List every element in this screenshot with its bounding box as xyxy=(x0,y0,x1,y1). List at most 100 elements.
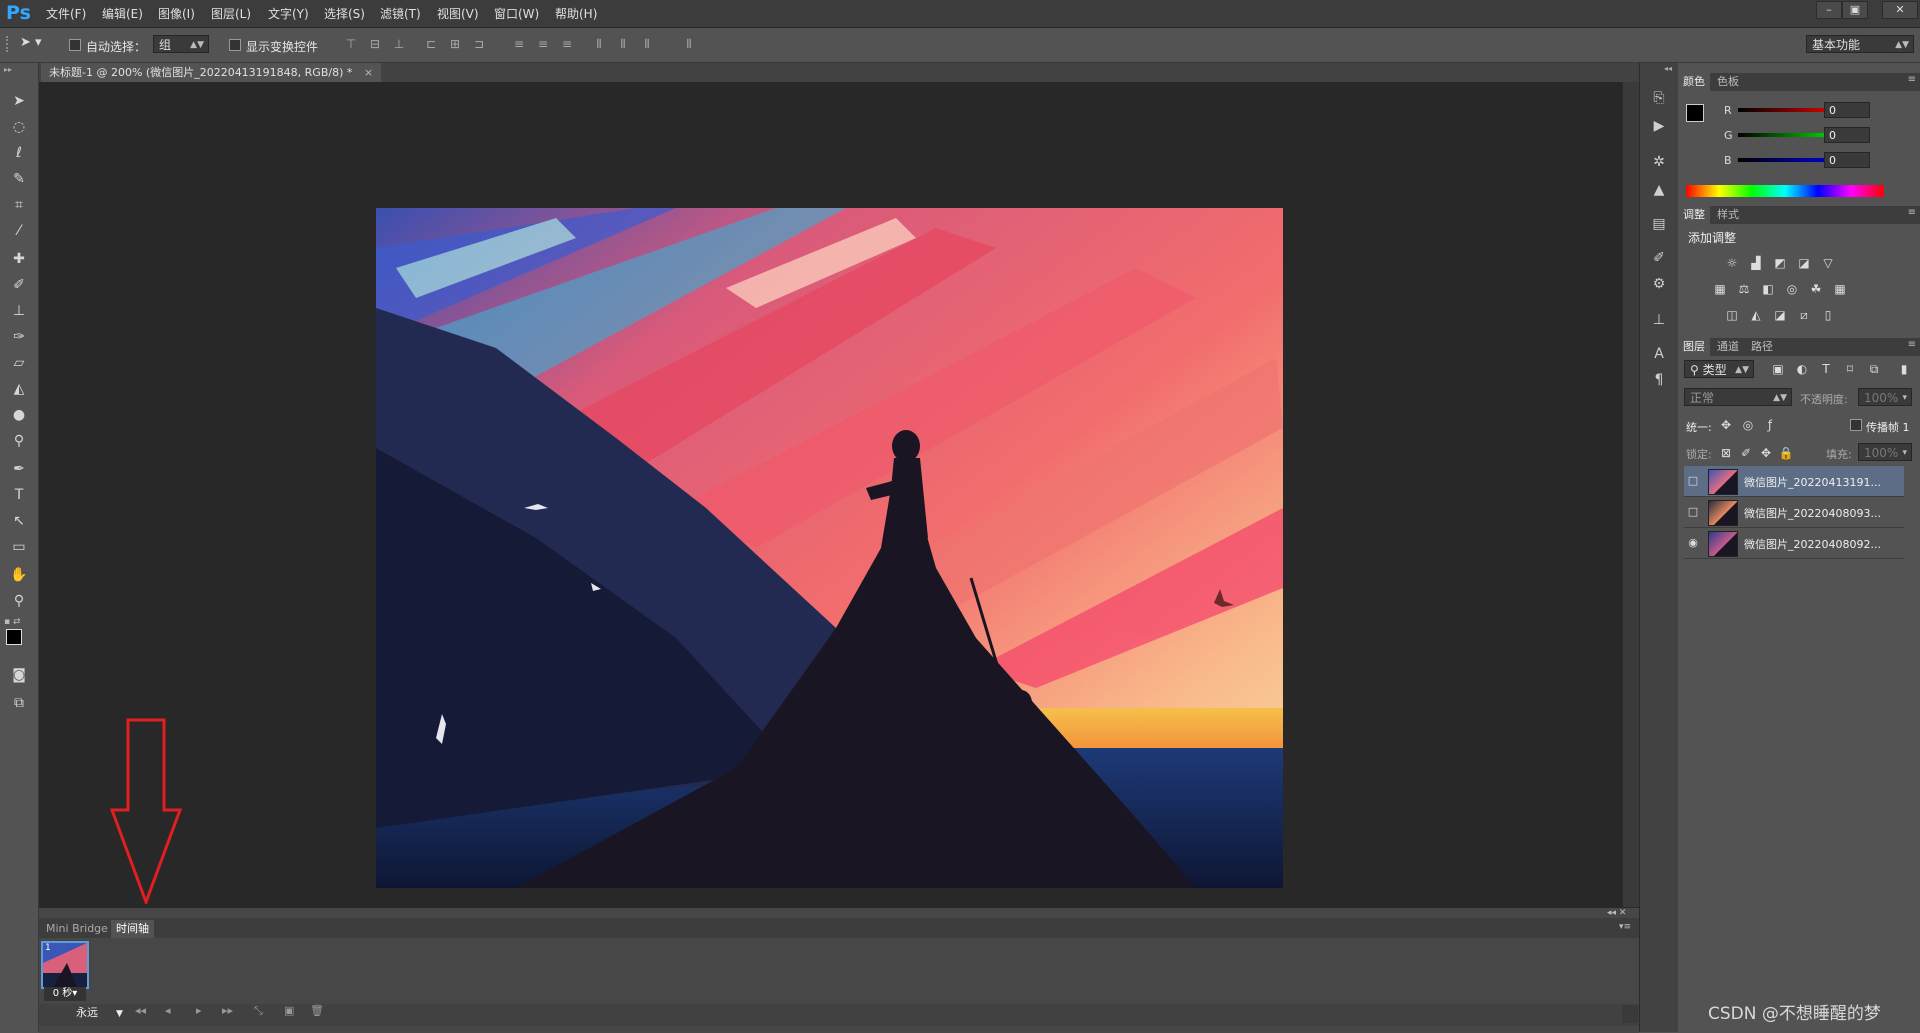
panel-menu-icon[interactable]: ≡ xyxy=(1908,207,1916,218)
play-icon[interactable]: ▸ xyxy=(196,1004,202,1017)
brush-panel-icon[interactable]: ✐ xyxy=(1650,249,1668,267)
loop-options-dropdown[interactable]: 永远 ▼ xyxy=(76,1004,123,1020)
lock-pixels-icon[interactable]: ✐ xyxy=(1738,446,1754,460)
filter-type-icon[interactable]: T xyxy=(1818,362,1834,376)
tab-paths[interactable]: 路径 xyxy=(1746,338,1778,356)
menu-view[interactable]: 视图(V) xyxy=(437,5,479,22)
distribute-left-icon[interactable]: ⫴ xyxy=(592,37,606,51)
distribute-right-icon[interactable]: ⫴ xyxy=(640,37,654,51)
duplicate-frame-icon[interactable]: ▣ xyxy=(284,1004,294,1017)
healing-brush-tool-icon[interactable]: ✚ xyxy=(5,248,33,270)
tab-timeline[interactable]: 时间轴 xyxy=(111,920,154,938)
tab-color[interactable]: 颜色 xyxy=(1678,73,1710,91)
align-bottom-icon[interactable]: ⊥ xyxy=(392,37,406,51)
levels-icon[interactable]: ▟ xyxy=(1748,256,1764,270)
swap-colors-icon[interactable]: ▪ ⇄ xyxy=(4,617,34,627)
collapse-toolbar-icon[interactable]: ▸▸ xyxy=(4,65,34,74)
exposure-icon[interactable]: ◪ xyxy=(1796,256,1812,270)
hand-tool-icon[interactable]: ✋ xyxy=(5,564,33,586)
layer-visibility-toggle[interactable]: □ xyxy=(1686,505,1700,519)
layer-row[interactable]: □ 微信图片_20220408093... xyxy=(1684,497,1904,528)
blend-mode-dropdown[interactable]: 正常 ▲▼ xyxy=(1684,388,1792,406)
eraser-tool-icon[interactable]: ▱ xyxy=(5,352,33,374)
menu-help[interactable]: 帮助(H) xyxy=(555,5,597,22)
tween-icon[interactable]: ⤡ xyxy=(254,1004,263,1018)
menu-edit[interactable]: 编辑(E) xyxy=(102,5,143,22)
layer-name[interactable]: 微信图片_20220408093... xyxy=(1744,505,1881,521)
tab-adjustments[interactable]: 调整 xyxy=(1678,206,1710,224)
auto-select-dropdown[interactable]: 组 ▲▼ xyxy=(153,35,209,53)
history-panel-icon[interactable]: ⎘ xyxy=(1650,89,1668,107)
invert-icon[interactable]: ◫ xyxy=(1724,308,1740,322)
paragraph-panel-icon[interactable]: ¶ xyxy=(1650,371,1668,389)
document-tab[interactable]: 未标题-1 @ 200% (微信图片_20220413191848, RGB/8… xyxy=(41,63,382,82)
distribute-bottom-icon[interactable]: ≡ xyxy=(560,37,574,51)
layer-row[interactable]: □ 微信图片_20220413191... xyxy=(1684,466,1904,497)
character-panel-icon[interactable]: A xyxy=(1650,345,1668,363)
delete-frame-icon[interactable]: 🗑 xyxy=(310,1004,324,1017)
unify-position-icon[interactable]: ✥ xyxy=(1718,418,1734,432)
fill-input[interactable]: 100% ▾ xyxy=(1858,443,1912,461)
menu-file[interactable]: 文件(F) xyxy=(46,5,86,22)
vibrance-icon[interactable]: ▽ xyxy=(1820,256,1836,270)
unify-visibility-icon[interactable]: ◎ xyxy=(1740,418,1756,432)
panel-collapse-icon[interactable]: ◂◂ ✕ xyxy=(1607,908,1637,918)
tab-swatches[interactable]: 色板 xyxy=(1712,73,1744,91)
curves-icon[interactable]: ◩ xyxy=(1772,256,1788,270)
tab-layers[interactable]: 图层 xyxy=(1678,338,1710,356)
history-brush-tool-icon[interactable]: ✑ xyxy=(5,326,33,348)
gradient-map-icon[interactable]: ⧄ xyxy=(1796,308,1812,322)
marquee-tool-icon[interactable]: ◌ xyxy=(5,116,33,138)
align-left-icon[interactable]: ⊏ xyxy=(424,37,438,51)
eyedropper-tool-icon[interactable]: ⁄ xyxy=(5,220,33,242)
eye-icon[interactable]: ◉ xyxy=(1686,536,1700,550)
frame-duration-dropdown[interactable]: 0 秒▾ xyxy=(44,987,86,1001)
close-window-button[interactable]: ✕ xyxy=(1882,1,1918,19)
pen-tool-icon[interactable]: ✒ xyxy=(5,458,33,480)
color-foreground-swatch[interactable] xyxy=(1686,104,1704,122)
black-white-icon[interactable]: ◧ xyxy=(1760,282,1776,296)
selective-color-icon[interactable]: ▯ xyxy=(1820,308,1836,322)
layer-filter-dropdown[interactable]: ⚲ 类型 ▲▼ xyxy=(1684,360,1754,378)
filter-adjustment-icon[interactable]: ◐ xyxy=(1794,362,1810,376)
posterize-icon[interactable]: ◭ xyxy=(1748,308,1764,322)
lasso-tool-icon[interactable]: ℓ xyxy=(5,142,33,164)
previous-frame-icon[interactable]: ◂ xyxy=(165,1004,171,1017)
menu-window[interactable]: 窗口(W) xyxy=(494,5,539,22)
color-balance-icon[interactable]: ⚖ xyxy=(1736,282,1752,296)
layer-name[interactable]: 微信图片_20220408092... xyxy=(1744,536,1881,552)
next-frame-icon[interactable]: ▸▸ xyxy=(222,1004,233,1017)
show-transform-checkbox[interactable] xyxy=(229,39,241,51)
hue-saturation-icon[interactable]: ▦ xyxy=(1712,282,1728,296)
lock-all-icon[interactable]: 🔒 xyxy=(1778,446,1794,460)
color-spectrum-ramp[interactable] xyxy=(1686,185,1884,197)
red-value-input[interactable]: 0 xyxy=(1824,102,1870,118)
auto-select-checkbox[interactable] xyxy=(69,39,81,51)
menu-layer[interactable]: 图层(L) xyxy=(211,5,251,22)
distribute-hcenter-icon[interactable]: ⫴ xyxy=(616,37,630,51)
propagate-frame-checkbox[interactable] xyxy=(1850,419,1862,431)
actions-panel-icon[interactable]: ▶ xyxy=(1650,117,1668,135)
properties-panel-icon[interactable]: ▤ xyxy=(1650,215,1668,233)
paint-bucket-tool-icon[interactable]: ◭ xyxy=(5,378,33,400)
vertical-scrollbar[interactable] xyxy=(1622,82,1639,907)
close-tab-icon[interactable]: × xyxy=(364,66,373,79)
blue-value-input[interactable]: 0 xyxy=(1824,152,1870,168)
distribute-vcenter-icon[interactable]: ≡ xyxy=(536,37,550,51)
move-tool-icon[interactable]: ➤ xyxy=(5,90,33,112)
filter-smart-object-icon[interactable]: ⧉ xyxy=(1866,362,1882,376)
screen-mode-icon[interactable]: ⧉ xyxy=(5,692,33,714)
clone-source-icon[interactable]: ⊥ xyxy=(1650,311,1668,329)
tab-channels[interactable]: 通道 xyxy=(1712,338,1744,356)
threshold-icon[interactable]: ◪ xyxy=(1772,308,1788,322)
rectangle-tool-icon[interactable]: ▭ xyxy=(5,536,33,558)
align-hcenter-icon[interactable]: ⊞ xyxy=(448,37,462,51)
menu-type[interactable]: 文字(Y) xyxy=(268,5,309,22)
minimize-button[interactable]: – xyxy=(1816,1,1842,19)
foreground-color-swatch[interactable] xyxy=(6,629,22,645)
color-lookup-icon[interactable]: ▦ xyxy=(1832,282,1848,296)
align-top-icon[interactable]: ⊤ xyxy=(344,37,358,51)
menu-image[interactable]: 图像(I) xyxy=(158,5,195,22)
filter-pixel-icon[interactable]: ▣ xyxy=(1770,362,1786,376)
crop-tool-icon[interactable]: ⌗ xyxy=(5,194,33,216)
